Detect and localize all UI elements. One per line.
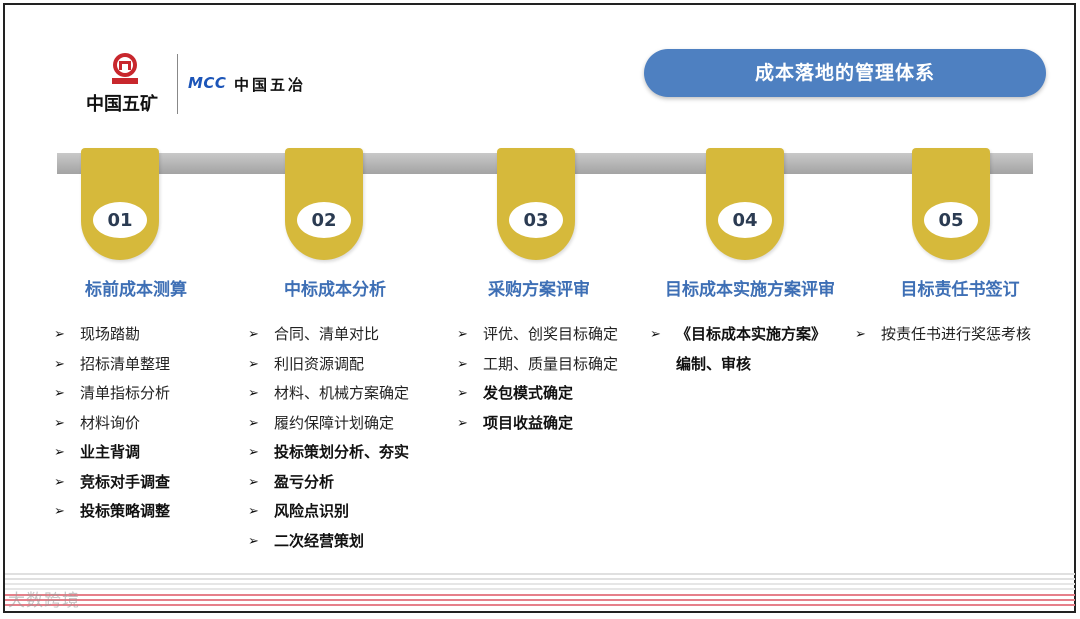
minmetals-emblem-icon — [112, 53, 138, 84]
list-item: ➢ 材料询价 — [54, 409, 170, 439]
list-item: ➢ 《目标成本实施方案》 编制、审核 — [650, 320, 826, 379]
step-title-5: 目标责任书签订 — [900, 280, 1020, 300]
logo-divider — [177, 54, 178, 114]
arrow-bullet-icon: ➢ — [457, 386, 468, 401]
step-list-5: ➢ 按责任书进行奖惩考核 — [855, 320, 1031, 350]
arrow-bullet-icon: ➢ — [54, 356, 65, 372]
list-item: ➢ 发包模式确定 — [457, 379, 618, 409]
step-tab-5: 05 — [912, 148, 990, 260]
list-item: ➢ 投标策略调整 — [54, 497, 170, 527]
step-list-1: ➢ 现场踏勘 ➢ 招标清单整理 ➢ 清单指标分析 ➢ 材料询价 ➢ 业主背调 ➢ 竞标对手调… — [54, 320, 170, 527]
step-number-badge: 01 — [93, 202, 147, 238]
arrow-bullet-icon: ➢ — [457, 327, 468, 342]
arrow-bullet-icon: ➢ — [855, 327, 866, 342]
list-item: ➢ 材料、机械方案确定 — [248, 379, 409, 409]
step-tab-4: 04 — [706, 148, 784, 260]
step-list-4: ➢ 《目标成本实施方案》 编制、审核 — [650, 320, 826, 379]
arrow-bullet-icon: ➢ — [248, 533, 259, 549]
arrow-bullet-icon: ➢ — [54, 415, 65, 431]
list-item: ➢ 项目收益确定 — [457, 409, 618, 439]
step-number-badge: 02 — [297, 202, 351, 238]
arrow-bullet-icon: ➢ — [248, 504, 259, 519]
arrow-bullet-icon: ➢ — [248, 386, 259, 401]
list-item: ➢ 盈亏分析 — [248, 468, 409, 498]
step-tab-1: 01 — [81, 148, 159, 260]
mcc-logo-mark: MCC — [188, 74, 227, 92]
step-title-2: 中标成本分析 — [284, 280, 386, 300]
step-title-1: 标前成本测算 — [85, 280, 187, 300]
step-number-badge: 03 — [509, 202, 563, 238]
list-item: ➢ 现场踏勘 — [54, 320, 170, 350]
step-list-2: ➢ 合同、清单对比 ➢ 利旧资源调配 ➢ 材料、机械方案确定 ➢ 履约保障计划确定 ➢ 投… — [248, 320, 409, 556]
list-item: ➢ 风险点识别 — [248, 497, 409, 527]
list-item: ➢ 竞标对手调查 — [54, 468, 170, 498]
watermark-text: 大数跨境 — [8, 591, 80, 611]
list-item: ➢ 评优、创奖目标确定 — [457, 320, 618, 350]
arrow-bullet-icon: ➢ — [248, 327, 259, 342]
arrow-bullet-icon: ➢ — [54, 445, 65, 460]
step-title-4: 目标成本实施方案评审 — [665, 280, 835, 300]
step-title-3: 采购方案评审 — [488, 280, 590, 300]
step-tab-3: 03 — [497, 148, 575, 260]
minmetals-logo-text: 中国五矿 — [86, 94, 158, 115]
step-list-3: ➢ 评优、创奖目标确定 ➢ 工期、质量目标确定 ➢ 发包模式确定 ➢ 项目收益确定 — [457, 320, 618, 438]
arrow-bullet-icon: ➢ — [54, 327, 65, 342]
arrow-bullet-icon: ➢ — [248, 474, 259, 490]
arrow-bullet-icon: ➢ — [248, 356, 259, 372]
step-number-badge: 04 — [718, 202, 772, 238]
arrow-bullet-icon: ➢ — [54, 504, 65, 519]
arrow-bullet-icon: ➢ — [457, 356, 468, 372]
step-number-badge: 05 — [924, 202, 978, 238]
footer-stripes — [5, 573, 1075, 609]
list-item: ➢ 投标策划分析、夯实 — [248, 438, 409, 468]
list-item: ➢ 清单指标分析 — [54, 379, 170, 409]
list-item: ➢ 按责任书进行奖惩考核 — [855, 320, 1031, 350]
list-item: ➢ 二次经营策划 — [248, 527, 409, 557]
slide-title: 成本落地的管理体系 — [644, 49, 1046, 97]
arrow-bullet-icon: ➢ — [54, 474, 65, 490]
arrow-bullet-icon: ➢ — [248, 415, 259, 431]
mcc-logo-text: 中国五冶 — [234, 76, 307, 94]
list-item: ➢ 利旧资源调配 — [248, 350, 409, 380]
list-item: ➢ 工期、质量目标确定 — [457, 350, 618, 380]
arrow-bullet-icon: ➢ — [650, 327, 661, 342]
list-item: ➢ 业主背调 — [54, 438, 170, 468]
arrow-bullet-icon: ➢ — [457, 415, 468, 431]
step-tab-2: 02 — [285, 148, 363, 260]
list-item-line-1: 《目标成本实施方案》 — [676, 325, 827, 343]
list-item: ➢ 履约保障计划确定 — [248, 409, 409, 439]
list-item-line-2: 编制、审核 — [676, 354, 752, 373]
list-item: ➢ 招标清单整理 — [54, 350, 170, 380]
arrow-bullet-icon: ➢ — [54, 386, 65, 401]
arrow-bullet-icon: ➢ — [248, 445, 259, 460]
list-item: ➢ 合同、清单对比 — [248, 320, 409, 350]
